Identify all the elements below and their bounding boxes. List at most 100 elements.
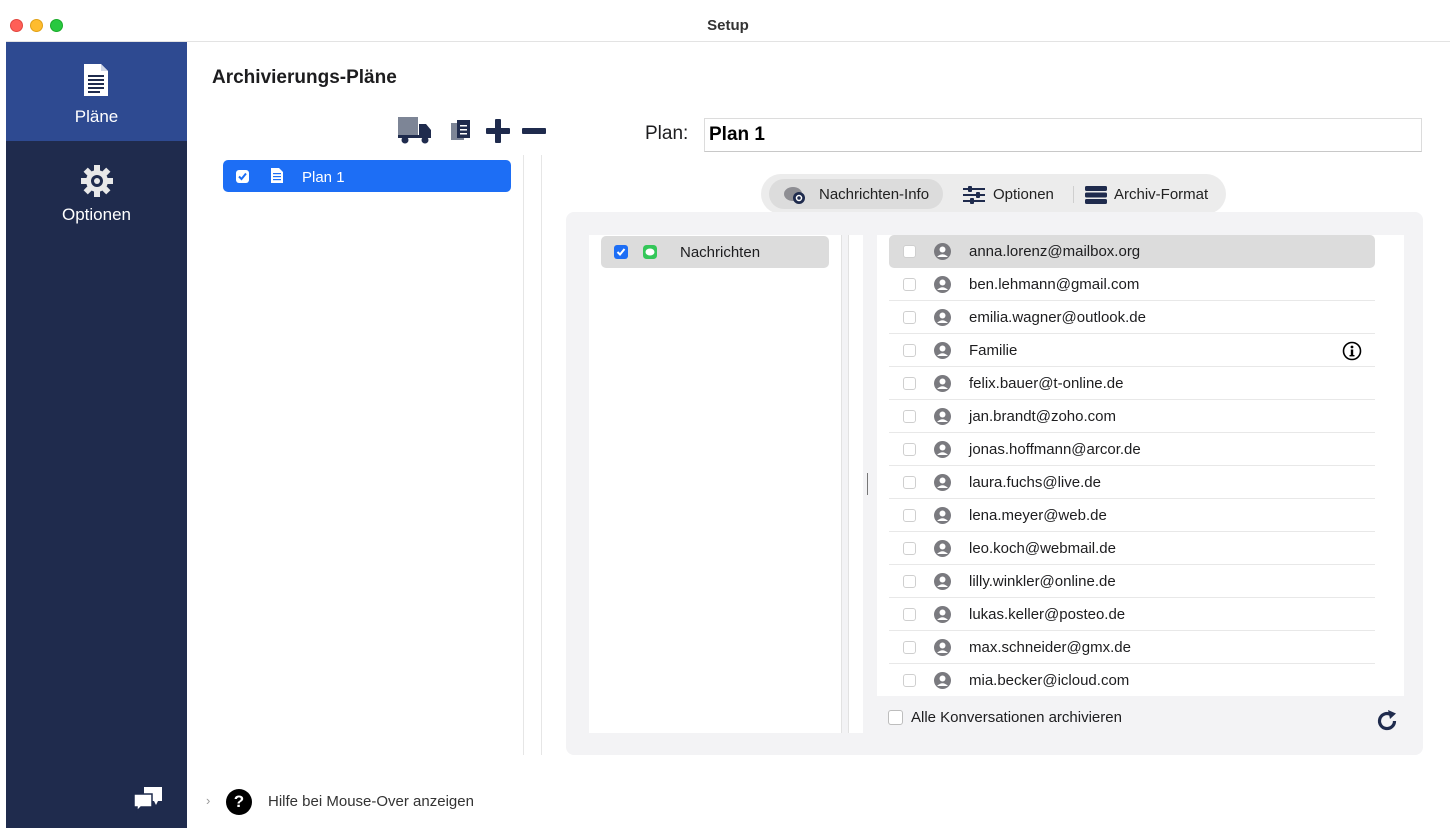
checkbox-checked-icon[interactable] bbox=[614, 245, 628, 259]
sidebar-item-plaene[interactable]: Pläne bbox=[6, 42, 187, 141]
truck-icon[interactable] bbox=[398, 116, 432, 144]
contact-checkbox[interactable] bbox=[903, 443, 916, 456]
tab-separator bbox=[1073, 186, 1074, 203]
tab-archiv-format[interactable]: Archiv-Format bbox=[1079, 179, 1224, 209]
plans-title: Archivierungs-Pläne bbox=[212, 67, 397, 88]
add-icon[interactable] bbox=[486, 119, 510, 143]
person-icon bbox=[934, 342, 951, 359]
contact-checkbox[interactable] bbox=[903, 311, 916, 324]
contact-label: lilly.winkler@online.de bbox=[969, 573, 1116, 590]
person-icon bbox=[934, 375, 951, 392]
person-icon bbox=[934, 243, 951, 260]
contact-label: felix.bauer@t-online.de bbox=[969, 375, 1124, 392]
help-icon[interactable]: ? bbox=[226, 789, 252, 815]
messages-app-icon bbox=[643, 245, 657, 259]
archive-stack-icon bbox=[1085, 186, 1107, 204]
chat-bubbles-icon[interactable] bbox=[132, 785, 164, 813]
contact-checkbox[interactable] bbox=[903, 674, 916, 687]
contact-checkbox[interactable] bbox=[903, 542, 916, 555]
contact-row[interactable]: felix.bauer@t-online.de bbox=[889, 367, 1375, 400]
contact-checkbox[interactable] bbox=[903, 608, 916, 621]
contact-row[interactable]: laura.fuchs@live.de bbox=[889, 466, 1375, 499]
sidebar-item-optionen[interactable]: Optionen bbox=[6, 141, 187, 240]
checkbox-checked-icon[interactable] bbox=[236, 170, 249, 183]
document-icon bbox=[271, 168, 283, 183]
tab-label: Optionen bbox=[993, 186, 1054, 203]
window-title: Setup bbox=[707, 17, 749, 34]
sidebar-item-label: Optionen bbox=[62, 205, 131, 224]
person-icon bbox=[934, 573, 951, 590]
contact-checkbox[interactable] bbox=[903, 575, 916, 588]
contact-checkbox[interactable] bbox=[903, 377, 916, 390]
person-icon bbox=[934, 408, 951, 425]
tab-nachrichten-info[interactable]: Nachrichten-Info bbox=[769, 179, 943, 209]
person-icon bbox=[934, 540, 951, 557]
plan-list-item[interactable]: Plan 1 bbox=[223, 160, 511, 192]
contact-checkbox[interactable] bbox=[903, 344, 916, 357]
contact-row[interactable]: lukas.keller@posteo.de bbox=[889, 598, 1375, 631]
tab-label: Nachrichten-Info bbox=[819, 186, 930, 203]
sliders-icon bbox=[963, 186, 985, 204]
sidebar: Pläne Optionen bbox=[6, 42, 187, 828]
person-icon bbox=[934, 474, 951, 491]
person-icon bbox=[934, 276, 951, 293]
contact-label: mia.becker@icloud.com bbox=[969, 672, 1130, 689]
contact-checkbox[interactable] bbox=[903, 245, 916, 258]
app-list-item[interactable]: Nachrichten bbox=[601, 236, 829, 268]
contact-label: ben.lehmann@gmail.com bbox=[969, 276, 1140, 293]
splitter-handle[interactable] bbox=[867, 473, 868, 495]
tab-optionen[interactable]: Optionen bbox=[955, 179, 1065, 209]
archive-all-label: Alle Konversationen archivieren bbox=[911, 709, 1122, 726]
contact-label: max.schneider@gmx.de bbox=[969, 639, 1131, 656]
plan-name-label: Plan: bbox=[645, 123, 689, 144]
remove-icon[interactable] bbox=[522, 128, 546, 134]
contact-row[interactable]: jonas.hoffmann@arcor.de bbox=[889, 433, 1375, 466]
split-view-divider[interactable] bbox=[848, 235, 863, 733]
divider bbox=[541, 155, 542, 755]
contact-label: leo.koch@webmail.de bbox=[969, 540, 1116, 557]
tab-label: Archiv-Format bbox=[1114, 186, 1209, 203]
chevron-right-icon[interactable]: › bbox=[206, 793, 210, 808]
contact-row[interactable]: emilia.wagner@outlook.de bbox=[889, 301, 1375, 334]
message-info-panel: Nachrichten anna.lorenz@mailbox.org ben.… bbox=[566, 212, 1423, 755]
duplicate-icon[interactable] bbox=[450, 120, 472, 142]
contact-label: jan.brandt@zoho.com bbox=[969, 408, 1116, 425]
contact-row[interactable]: jan.brandt@zoho.com bbox=[889, 400, 1375, 433]
plan-name-input[interactable] bbox=[704, 118, 1422, 152]
refresh-icon[interactable] bbox=[1375, 709, 1399, 733]
person-icon bbox=[934, 309, 951, 326]
contact-label: anna.lorenz@mailbox.org bbox=[969, 243, 1141, 260]
contact-label: Familie bbox=[969, 342, 1018, 359]
contact-label: jonas.hoffmann@arcor.de bbox=[969, 441, 1141, 458]
help-label: Hilfe bei Mouse-Over anzeigen bbox=[268, 793, 474, 810]
archive-all-checkbox[interactable] bbox=[888, 710, 903, 725]
person-icon bbox=[934, 441, 951, 458]
contact-row[interactable]: max.schneider@gmx.de bbox=[889, 631, 1375, 664]
contact-row[interactable]: lena.meyer@web.de bbox=[889, 499, 1375, 532]
contact-checkbox[interactable] bbox=[903, 476, 916, 489]
title-bar: Setup bbox=[6, 0, 1450, 42]
contact-checkbox[interactable] bbox=[903, 410, 916, 423]
person-icon bbox=[934, 672, 951, 689]
person-icon bbox=[934, 507, 951, 524]
contact-label: laura.fuchs@live.de bbox=[969, 474, 1101, 491]
contact-row[interactable]: mia.becker@icloud.com bbox=[889, 664, 1375, 696]
contact-row[interactable]: lilly.winkler@online.de bbox=[889, 565, 1375, 598]
gear-icon bbox=[81, 165, 113, 197]
person-icon bbox=[934, 639, 951, 656]
contact-checkbox[interactable] bbox=[903, 278, 916, 291]
contact-row[interactable]: leo.koch@webmail.de bbox=[889, 532, 1375, 565]
contact-row[interactable]: Familie bbox=[889, 334, 1375, 367]
info-icon[interactable] bbox=[1342, 341, 1362, 361]
contact-row[interactable]: ben.lehmann@gmail.com bbox=[889, 268, 1375, 301]
contact-row[interactable]: anna.lorenz@mailbox.org bbox=[889, 235, 1375, 268]
sidebar-item-label: Pläne bbox=[74, 107, 119, 126]
contact-label: lukas.keller@posteo.de bbox=[969, 606, 1126, 623]
contact-checkbox[interactable] bbox=[903, 509, 916, 522]
contact-label: lena.meyer@web.de bbox=[969, 507, 1107, 524]
document-icon bbox=[84, 64, 108, 96]
contact-checkbox[interactable] bbox=[903, 641, 916, 654]
contacts-list: anna.lorenz@mailbox.org ben.lehmann@gmai… bbox=[877, 235, 1404, 696]
person-icon bbox=[934, 606, 951, 623]
plan-item-label: Plan 1 bbox=[302, 169, 345, 186]
